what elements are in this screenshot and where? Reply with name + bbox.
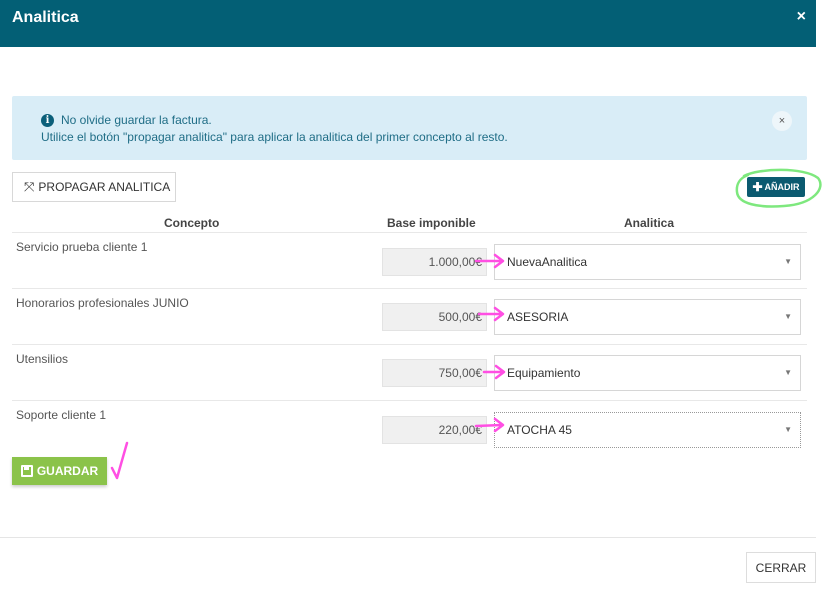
analitica-select-value: NuevaAnalitica	[507, 255, 588, 269]
chevron-down-icon: ▼	[784, 368, 792, 377]
modal-title: Analitica	[12, 9, 79, 26]
analitica-select-value: Equipamiento	[507, 366, 581, 380]
close-button[interactable]: CERRAR	[746, 552, 816, 583]
base-imponible-cell: 220,00€	[382, 416, 487, 444]
info-alert: i No olvide guardar la factura. Utilice …	[12, 96, 807, 160]
modal-header: Analitica ×	[0, 0, 816, 47]
chevron-down-icon: ▼	[784, 312, 792, 321]
chevron-down-icon: ▼	[784, 257, 792, 266]
analitica-select[interactable]: ASESORIA ▼	[494, 299, 801, 335]
pink-arrow-annotation	[474, 253, 505, 269]
column-header-base-imponible: Base imponible	[387, 216, 476, 230]
info-icon: i	[41, 114, 54, 127]
table-row: Utensilios 750,00€ Equipamiento ▼	[12, 344, 807, 401]
pink-arrow-annotation	[477, 306, 505, 322]
concepto-cell: Utensilios	[16, 352, 69, 366]
concepto-cell: Honorarios profesionales JUNIO	[16, 296, 189, 310]
footer-divider	[0, 537, 816, 538]
analitica-select[interactable]: NuevaAnalitica ▼	[494, 244, 801, 280]
pink-arrow-annotation	[474, 417, 505, 433]
alert-close-icon[interactable]: ×	[772, 111, 792, 131]
concepto-cell: Soporte cliente 1	[16, 408, 107, 422]
save-button[interactable]: GUARDAR	[12, 457, 107, 485]
base-imponible-cell: 500,00€	[382, 303, 487, 331]
green-highlight-annotation	[735, 168, 822, 208]
analitica-select-value: ASESORIA	[507, 310, 569, 324]
pink-checkmark-annotation	[110, 441, 129, 480]
alert-message-2: Utilice el botón "propagar analitica" pa…	[41, 130, 508, 144]
analitica-select[interactable]: Equipamiento ▼	[494, 355, 801, 391]
close-button-label: CERRAR	[755, 560, 807, 575]
propagar-analitica-label: PROPAGAR ANALITICA	[38, 180, 171, 194]
base-imponible-cell: 1.000,00€	[382, 248, 487, 276]
chevron-down-icon: ▼	[784, 425, 792, 434]
column-header-analitica: Analitica	[624, 216, 675, 230]
table-row: Soporte cliente 1 220,00€ ATOCHA 45 ▼	[12, 400, 807, 457]
table-row: Servicio prueba cliente 1 1.000,00€ Nuev…	[12, 232, 807, 289]
table-row: Honorarios profesionales JUNIO 500,00€ A…	[12, 288, 807, 345]
expand-arrows-icon: ⤧	[24, 179, 35, 194]
close-icon[interactable]: ×	[797, 8, 806, 26]
floppy-disk-icon	[20, 465, 33, 477]
pink-arrow-annotation	[482, 364, 506, 380]
alert-message-1: No olvide guardar la factura.	[61, 113, 212, 127]
propagar-analitica-button[interactable]: ⤧ PROPAGAR ANALITICA	[12, 172, 176, 202]
save-button-label: GUARDAR	[36, 464, 99, 478]
scrollbar-gutter	[816, 0, 824, 590]
column-header-concepto: Concepto	[164, 216, 220, 230]
concepto-cell: Servicio prueba cliente 1	[16, 240, 148, 254]
analitica-select-value: ATOCHA 45	[507, 423, 572, 437]
base-imponible-cell: 750,00€	[382, 359, 487, 387]
analitica-select[interactable]: ATOCHA 45 ▼	[494, 412, 801, 448]
